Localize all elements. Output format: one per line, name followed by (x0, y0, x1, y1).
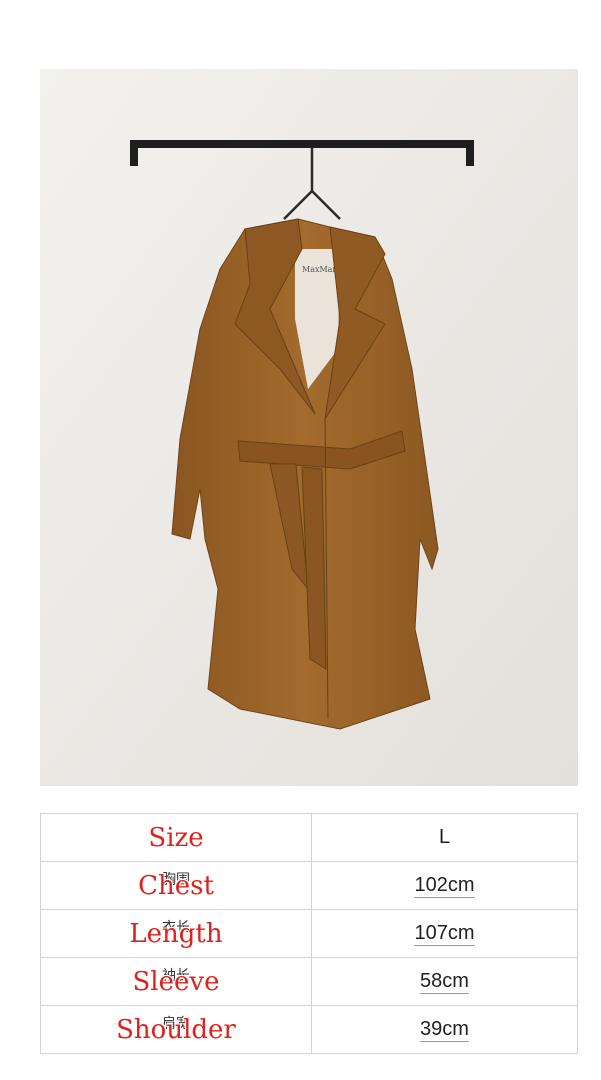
length-label-en: Length (129, 918, 223, 949)
sleeve-value: 58cm (420, 970, 469, 994)
size-label-en: Size (148, 822, 204, 853)
size-value-cell: L (311, 813, 578, 862)
length-value: 107cm (414, 922, 475, 946)
length-value-cell: 107cm (311, 909, 578, 958)
chest-value: 102cm (414, 874, 475, 898)
shoulder-label-en: Shoulder (116, 1014, 236, 1045)
table-row: 袖长 Sleeve 58cm (40, 957, 578, 1006)
size-table: Size L 胸围 Chest 102cm 衣长 Length 107cm 袖长… (40, 813, 578, 1054)
coat-illustration: MaxMara (40, 69, 578, 786)
shoulder-label-cell: 肩宽 Shoulder (40, 1005, 312, 1054)
length-label-cell: 衣长 Length (40, 909, 312, 958)
chest-label-en: Chest (138, 870, 214, 901)
shoulder-value: 39cm (420, 1018, 469, 1042)
sleeve-label-en: Sleeve (132, 966, 220, 997)
table-row: 肩宽 Shoulder 39cm (40, 1005, 578, 1054)
shoulder-value-cell: 39cm (311, 1005, 578, 1054)
size-value: L (438, 826, 451, 848)
chest-value-cell: 102cm (311, 861, 578, 910)
product-photo: MaxMara (40, 69, 578, 786)
table-row: Size L (40, 813, 578, 862)
sleeve-label-cell: 袖长 Sleeve (40, 957, 312, 1006)
chest-label-cell: 胸围 Chest (40, 861, 312, 910)
size-label-cell: Size (40, 813, 312, 862)
table-row: 胸围 Chest 102cm (40, 861, 578, 910)
table-row: 衣长 Length 107cm (40, 909, 578, 958)
sleeve-value-cell: 58cm (311, 957, 578, 1006)
